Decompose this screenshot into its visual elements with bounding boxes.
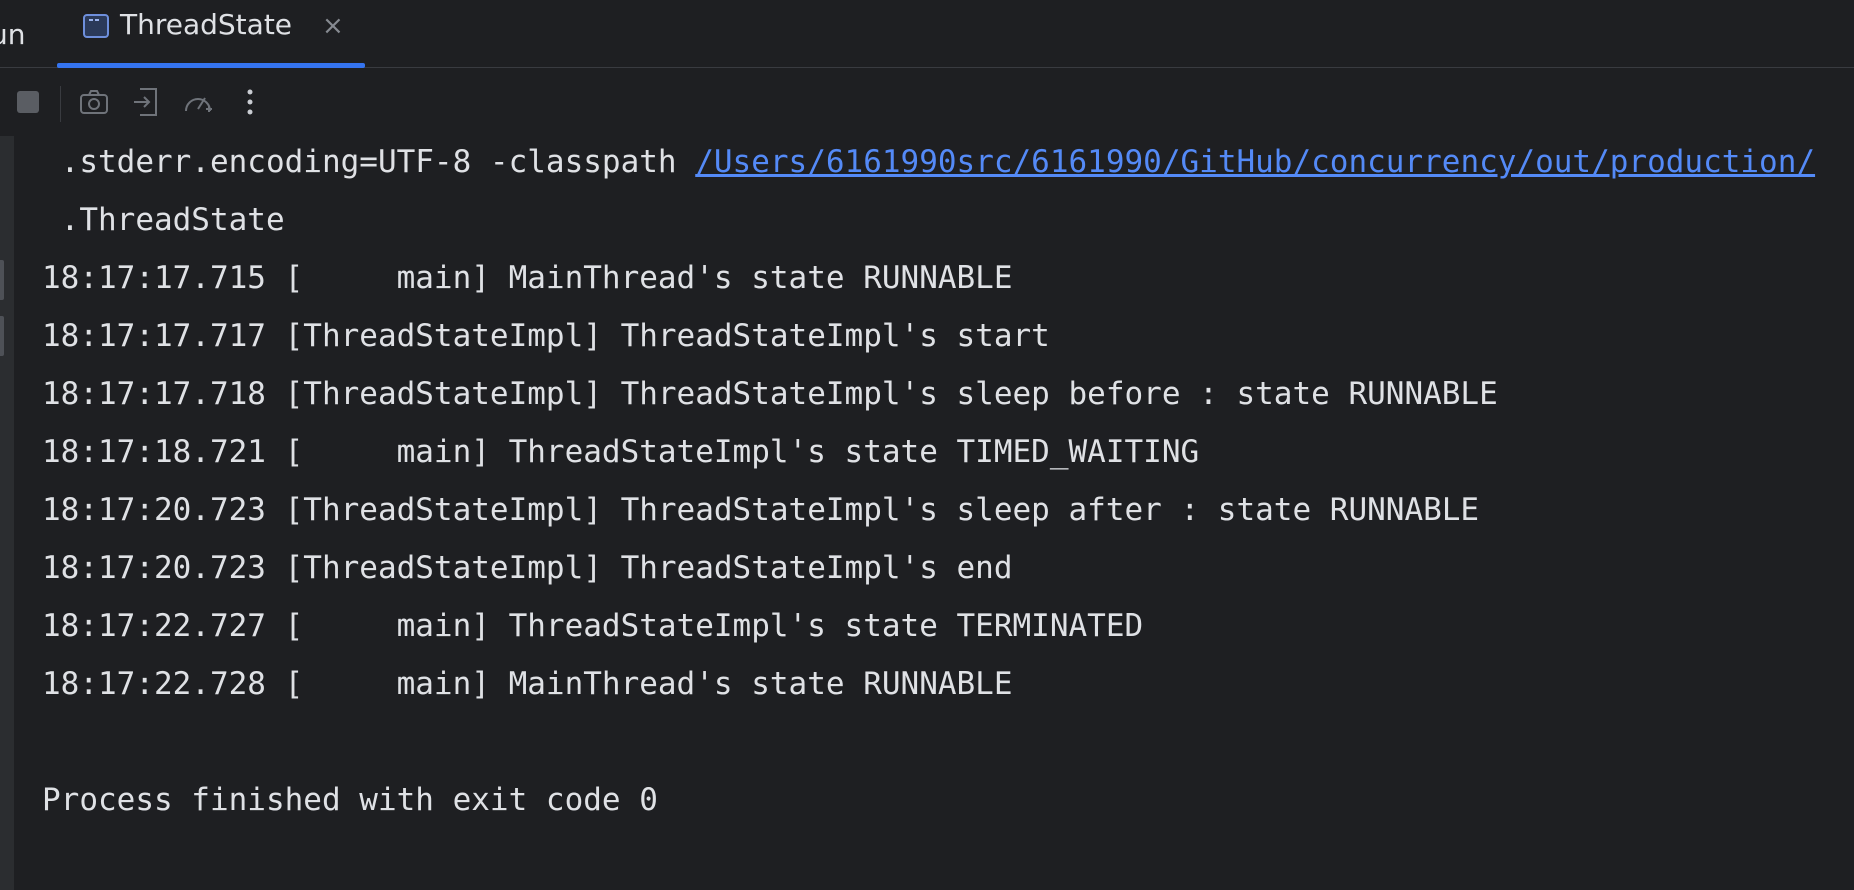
tab-threadstate[interactable]: ThreadState × — [57, 0, 365, 68]
more-button[interactable] — [230, 82, 270, 122]
console-gutter — [0, 136, 14, 890]
command-prefix: .stderr.encoding=UTF-8 -classpath — [42, 144, 696, 180]
console-icon — [83, 14, 109, 38]
toolbar-divider — [60, 86, 61, 122]
gutter-marker — [0, 316, 4, 356]
tab-run-label: un — [0, 17, 26, 51]
stop-icon — [17, 91, 39, 113]
more-vertical-icon — [247, 89, 253, 115]
log-line: 18:17:20.723 [ThreadStateImpl] ThreadSta… — [42, 550, 1013, 586]
log-line: 18:17:17.717 [ThreadStateImpl] ThreadSta… — [42, 318, 1050, 354]
log-line: 18:17:22.728 [ main] MainThread's state … — [42, 666, 1013, 702]
exit-message: Process finished with exit code 0 — [42, 782, 658, 818]
screenshot-button[interactable] — [74, 82, 114, 122]
tab-run[interactable]: un — [0, 0, 26, 68]
tab-bar: un ThreadState × — [0, 0, 1854, 68]
tab-threadstate-title: ThreadState — [120, 8, 293, 41]
exit-icon — [134, 88, 157, 116]
log-line: 18:17:18.721 [ main] ThreadStateImpl's s… — [42, 434, 1200, 470]
log-line: 18:17:20.723 [ThreadStateImpl] ThreadSta… — [42, 492, 1480, 528]
console-output[interactable]: .stderr.encoding=UTF-8 -classpath /Users… — [0, 136, 1854, 890]
console-toolbar — [0, 68, 1854, 136]
profiler-button[interactable] — [178, 82, 218, 122]
command-class: .ThreadState — [42, 202, 285, 238]
close-icon[interactable]: × — [322, 10, 344, 42]
gauge-icon — [185, 97, 212, 112]
gutter-marker — [0, 260, 4, 300]
command-line: .stderr.encoding=UTF-8 -classpath /Users… — [42, 142, 1815, 182]
log-line: 18:17:17.715 [ main] MainThread's state … — [42, 260, 1013, 296]
stop-button[interactable] — [8, 82, 48, 122]
exit-button[interactable] — [126, 82, 166, 122]
camera-icon — [80, 90, 108, 114]
log-line: 18:17:22.727 [ main] ThreadStateImpl's s… — [42, 608, 1144, 644]
log-line: 18:17:17.718 [ThreadStateImpl] ThreadSta… — [42, 376, 1498, 412]
classpath-link[interactable]: /Users/6161990src/6161990/GitHub/concurr… — [695, 144, 1815, 180]
